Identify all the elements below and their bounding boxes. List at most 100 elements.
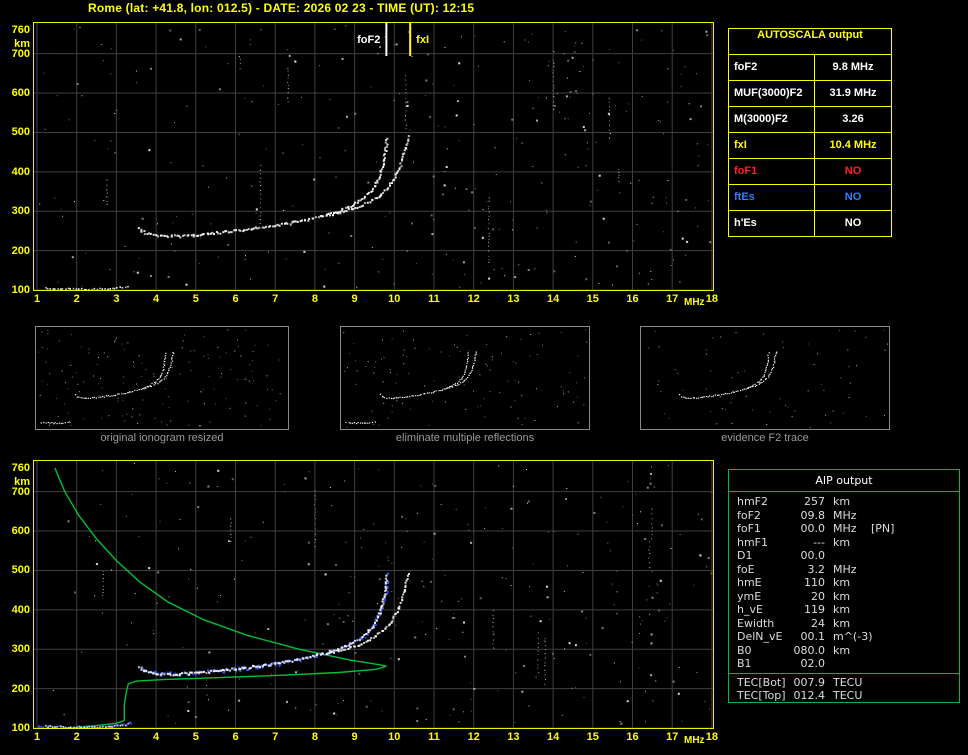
y-tick-label-top: 400 — [11, 165, 30, 178]
parameter-label: hmF2 — [737, 495, 769, 508]
parameter-unit: TECU — [833, 675, 863, 689]
electron-density-profile-curve — [48, 467, 387, 729]
thumbnail-caption-evidence: evidence F2 trace — [721, 432, 809, 444]
parameter-value: 00.0 — [800, 549, 826, 562]
aip-row-Ewidth: Ewidth 24 km — [729, 617, 959, 631]
aip-row-D1: D1 00.0 — [729, 549, 959, 563]
ionogram-plot-top: foF2 fxI — [33, 22, 714, 291]
noise-speckle — [52, 463, 713, 725]
autoscala-table-title: AUTOSCALA output — [757, 29, 863, 41]
parameter-label: foF2 — [729, 55, 815, 80]
x-tick-label-top: 10 — [388, 293, 401, 305]
grid-lines — [34, 23, 713, 291]
x-tick-label-bottom: 10 — [388, 731, 401, 743]
y-tick-label-top: 500 — [11, 126, 30, 139]
y-tick-label-bottom: 300 — [11, 643, 30, 656]
parameter-value: 00.0 — [800, 522, 826, 535]
parameter-value: 9.8 MHz — [832, 61, 874, 73]
x-tick-label-top: 14 — [546, 293, 560, 305]
thumbnail-evidence-f2 — [640, 326, 890, 430]
ionogram-canvas-top: foF2 fxI — [33, 22, 714, 291]
parameter-unit: km — [833, 643, 851, 657]
y-axis-unit-label-top: km — [14, 38, 30, 51]
parameter-label: h_vE — [737, 603, 763, 616]
x-tick-label-top: 11 — [428, 293, 440, 305]
trace-f2-ordinary — [137, 574, 388, 677]
x-tick-label-top: 9 — [351, 293, 358, 305]
parameter-unit: TECU — [833, 689, 863, 702]
x-tick-label-top: 7 — [272, 293, 279, 305]
x-tick-label-top: 2 — [73, 293, 80, 305]
thumbnail-original-canvas — [38, 329, 281, 427]
aip-row-TEC[Top]: TEC[Top] 012.4 TECU — [729, 689, 959, 703]
parameter-note: [PN] — [871, 522, 895, 535]
y-tick-label-bottom: 500 — [11, 564, 30, 577]
autoscala-row-ftEs: ftEs NO — [729, 184, 891, 210]
x-tick-label-bottom: 12 — [467, 731, 480, 743]
thumbnail-original-ionogram — [35, 326, 289, 430]
parameter-label: B0 — [737, 643, 752, 657]
parameter-unit: km — [833, 576, 851, 589]
y-tick-label-top: 760 — [11, 24, 30, 37]
parameter-label: ftEs — [729, 185, 815, 210]
autoscala-row-foF1: foF1 NO — [729, 158, 891, 184]
thumbnail-caption-original: original ionogram resized — [100, 432, 224, 444]
parameter-label: hmE — [737, 576, 762, 589]
thumbnail-caption-eliminate: eliminate multiple reflections — [395, 432, 535, 444]
parameter-value: 012.4 — [793, 689, 826, 702]
x-tick-label-bottom: 2 — [73, 731, 80, 743]
noise-speckle — [39, 25, 712, 288]
parameter-label: foF1 — [729, 159, 815, 184]
parameter-label: h'Es — [729, 211, 815, 236]
y-tick-label-bottom: 760 — [11, 462, 30, 475]
x-tick-label-top: 15 — [586, 293, 599, 305]
parameter-label: foF2 — [737, 508, 761, 522]
y-tick-label-top: 200 — [11, 244, 30, 257]
parameter-label: Ewidth — [737, 616, 775, 630]
x-tick-label-top: 3 — [113, 293, 120, 305]
aip-row-foE: foE 3.2 MHz — [729, 563, 959, 577]
parameter-label: foF1 — [737, 522, 761, 535]
y-tick-label-bottom: 400 — [11, 603, 30, 616]
autoscala-row-h'Es: h'Es NO — [729, 210, 891, 236]
aip-row-hmE: hmE 110 km — [729, 576, 959, 590]
aip-row-hmF1: hmF1 --- km — [729, 536, 959, 550]
x-tick-label-bottom: 8 — [311, 731, 318, 743]
aip-row-ymE: ymE 20 km — [729, 590, 959, 604]
autoscala-row-MUF(3000)F2: MUF(3000)F2 31.9 MHz — [729, 80, 891, 106]
x-tick-label-bottom: 5 — [192, 731, 199, 743]
x-tick-label-bottom: 4 — [153, 731, 160, 743]
x-tick-label-top: 8 — [311, 293, 318, 305]
parameter-value: 20 — [811, 589, 825, 603]
ionogram-plot-bottom — [33, 460, 714, 729]
aip-row-h_vE: h_vE 119 km — [729, 603, 959, 617]
x-tick-label-bottom: 6 — [232, 731, 239, 743]
x-tick-label-top: 13 — [507, 293, 520, 305]
aip-table-title: AIP output — [729, 470, 959, 492]
parameter-value: 24 — [811, 616, 825, 630]
parameter-label: M(3000)F2 — [729, 107, 815, 132]
y-tick-label-top: 100 — [11, 284, 30, 296]
parameter-unit: MHz — [833, 508, 857, 522]
x-tick-label-bottom: 11 — [428, 731, 440, 743]
parameter-unit: km — [833, 616, 851, 630]
x-tick-label-bottom: 14 — [546, 731, 560, 743]
parameter-label: hmF1 — [737, 535, 769, 549]
thumbnail-eliminate-reflections — [340, 326, 590, 430]
autoscala-row-fxI: fxI 10.4 MHz — [729, 132, 891, 158]
parameter-value: 31.9 MHz — [829, 87, 877, 99]
aip-row-TEC[Bot]: TEC[Bot] 007.9 TECU — [729, 676, 959, 690]
x-tick-label-top: 12 — [467, 293, 480, 305]
x-tick-label-bottom: 15 — [586, 731, 599, 743]
parameter-value: 080.0 — [793, 643, 826, 657]
parameter-value: --- — [813, 535, 825, 549]
parameter-value: 09.8 — [800, 508, 826, 522]
thumbnail-content — [38, 329, 281, 427]
x-tick-label-bottom: 7 — [272, 731, 279, 743]
foF2-marker-label: foF2 — [357, 34, 380, 46]
autoscala-row-M(3000)F2: M(3000)F2 3.26 — [729, 106, 891, 132]
parameter-unit: km — [833, 535, 851, 549]
parameter-value: 3.26 — [842, 113, 864, 125]
grid-lines — [34, 461, 713, 729]
parameter-value: 02.0 — [800, 657, 826, 670]
